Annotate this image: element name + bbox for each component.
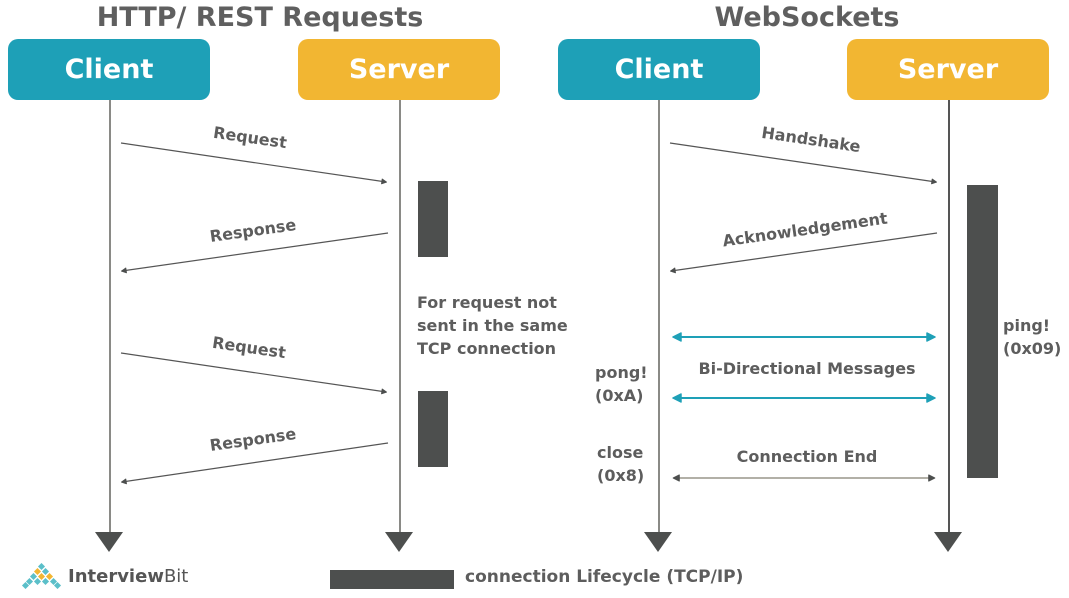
http-request-label-2: Request <box>211 333 287 363</box>
ws-close-line-2: (0x8) <box>597 466 645 485</box>
http-response-label-1: Response <box>209 215 298 246</box>
http-response-label-2: Response <box>209 424 298 455</box>
http-note-line-2: sent in the same <box>417 316 568 335</box>
logo-text-main: Interview <box>68 565 164 587</box>
interviewbit-logo: InterviewBit <box>20 563 188 589</box>
http-note-line-3: TCP connection <box>417 339 557 358</box>
http-response-arrow-2 <box>120 442 389 485</box>
http-request-arrow-1 <box>120 142 388 185</box>
legend-text: connection Lifecycle (TCP/IP) <box>465 567 744 587</box>
http-note-line-1: For request not <box>417 293 557 312</box>
ws-bidirectional-label: Bi-Directional Messages <box>698 359 915 378</box>
ws-handshake-arrow <box>669 142 938 185</box>
ws-pong-line-1: pong! <box>595 363 648 382</box>
http-request-label-1: Request <box>212 123 288 153</box>
logo-text-suffix: Bit <box>163 565 189 587</box>
ws-close-label: close (0x8) <box>597 441 644 487</box>
logo-diamond-icon <box>21 563 62 589</box>
ws-acknowledgement-label: Acknowledgement <box>721 208 889 250</box>
ws-close-line-1: close <box>597 443 644 462</box>
legend-swatch <box>330 570 454 589</box>
ws-handshake-label: Handshake <box>760 123 862 156</box>
logo-text: InterviewBit <box>68 566 188 587</box>
http-request-arrow-2 <box>120 352 388 395</box>
ws-connection-end-label: Connection End <box>737 447 878 466</box>
ws-pong-label: pong! (0xA) <box>595 361 648 407</box>
ws-ping-line-2: (0x09) <box>1003 339 1062 358</box>
ws-pong-line-2: (0xA) <box>595 386 644 405</box>
ws-ping-line-1: ping! <box>1003 316 1051 335</box>
http-note: For request not sent in the same TCP con… <box>417 291 568 360</box>
ws-ping-label: ping! (0x09) <box>1003 314 1061 360</box>
